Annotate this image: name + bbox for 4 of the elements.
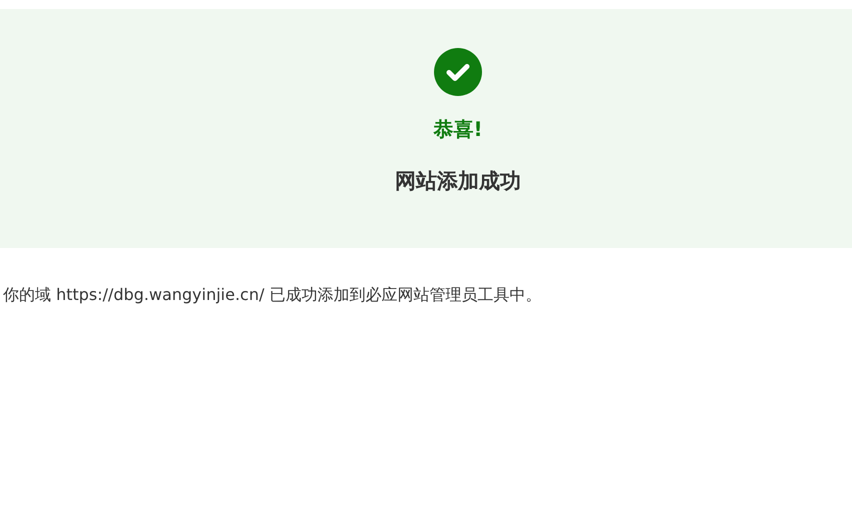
confirmation-message: 你的域 https://dbg.wangyinjie.cn/ 已成功添加到必应网站管理员工具中。 (3, 285, 542, 306)
checkmark-icon (434, 48, 482, 96)
banner-heading: 恭喜! (433, 116, 483, 143)
banner-title: 网站添加成功 (395, 168, 521, 195)
